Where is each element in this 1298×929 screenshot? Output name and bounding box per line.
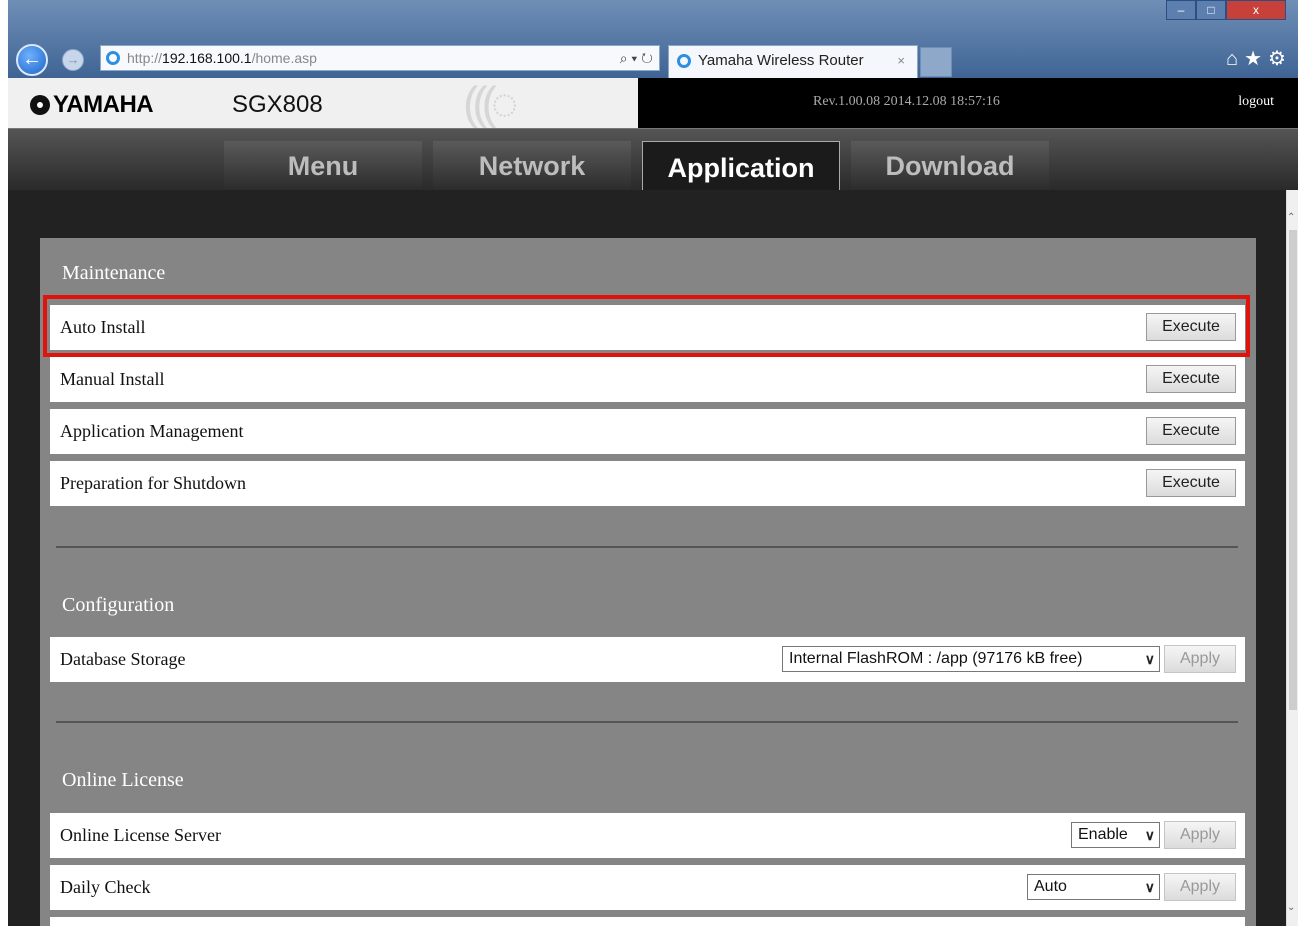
row-label: Daily Check	[60, 877, 151, 897]
database-storage-apply-button[interactable]: Apply	[1164, 645, 1236, 673]
window-controls: – □ x	[1166, 0, 1292, 22]
chevron-down-icon: ∨	[1144, 827, 1155, 843]
row-label: Online License Server	[60, 825, 221, 845]
tuning-fork-logo-icon	[30, 95, 50, 115]
configuration-title: Configuration	[62, 594, 175, 616]
scroll-thumb[interactable]	[1289, 230, 1297, 710]
forward-button[interactable]: →	[62, 49, 84, 71]
row-partial	[50, 917, 1245, 929]
wireless-waves-icon: (((◌	[463, 77, 518, 129]
application-management-execute-button[interactable]: Execute	[1146, 417, 1236, 445]
toolbar-icons[interactable]: ⌂★⚙	[1226, 46, 1292, 71]
section-divider	[56, 546, 1238, 548]
close-window-button[interactable]: x	[1226, 0, 1286, 20]
address-url: http://192.168.100.1/home.asp	[127, 50, 317, 66]
row-label: Application Management	[60, 421, 244, 441]
section-divider	[56, 721, 1238, 723]
header-right: Rev.1.00.08 2014.12.08 18:57:16 logout	[638, 78, 1298, 128]
header-left: YAMAHA SGX808 (((◌	[8, 78, 638, 128]
tab-menu[interactable]: Menu	[224, 141, 422, 191]
browser-chrome: – □ x ← → http://192.168.100.1/home.asp …	[8, 0, 1298, 78]
highlight-box	[43, 295, 1250, 357]
main-tabbar: Menu Network Application Download	[8, 128, 1298, 193]
maintenance-title: Maintenance	[62, 262, 166, 284]
new-tab-button[interactable]	[920, 47, 952, 77]
browser-tab[interactable]: Yamaha Wireless Router ×	[668, 45, 918, 78]
model-name: SGX808	[232, 91, 323, 118]
row-label: Manual Install	[60, 369, 165, 389]
router-header: YAMAHA SGX808 (((◌ Rev.1.00.08 2014.12.0…	[8, 78, 1298, 128]
tab-application[interactable]: Application	[642, 141, 840, 193]
close-tab-icon[interactable]: ×	[897, 46, 905, 75]
daily-check-apply-button[interactable]: Apply	[1164, 873, 1236, 901]
ie-icon	[106, 51, 120, 65]
scroll-down-icon[interactable]: ⌄	[1287, 902, 1295, 913]
row-daily-check: Daily Check Auto ∨ Apply	[50, 865, 1245, 910]
row-application-management: Application Management Execute	[50, 409, 1245, 454]
daily-check-select[interactable]: Auto ∨	[1027, 874, 1160, 900]
row-preparation-for-shutdown: Preparation for Shutdown Execute	[50, 461, 1245, 506]
row-manual-install: Manual Install Execute	[50, 357, 1245, 402]
online-license-title: Online License	[62, 769, 184, 791]
chevron-down-icon: ∨	[1144, 651, 1155, 667]
minimize-button[interactable]: –	[1166, 0, 1196, 20]
tab-network[interactable]: Network	[433, 141, 631, 191]
chevron-down-icon: ∨	[1144, 879, 1155, 895]
online-license-server-select[interactable]: Enable ∨	[1071, 822, 1160, 848]
database-storage-select[interactable]: Internal FlashROM : /app (97176 kB free)…	[782, 646, 1160, 672]
row-label: Preparation for Shutdown	[60, 473, 246, 493]
search-refresh-controls[interactable]: ⌕ ▾ ↻	[620, 46, 653, 70]
address-bar[interactable]: http://192.168.100.1/home.asp ⌕ ▾ ↻	[100, 45, 660, 71]
logout-link[interactable]: logout	[1238, 94, 1274, 110]
tab-title: Yamaha Wireless Router	[698, 52, 864, 69]
back-arrow-icon: ←	[22, 48, 42, 70]
scroll-up-icon[interactable]: ⌃	[1287, 212, 1295, 223]
shutdown-execute-button[interactable]: Execute	[1146, 469, 1236, 497]
ie-icon	[677, 54, 691, 68]
back-button[interactable]: ←	[16, 44, 48, 76]
yamaha-logo: YAMAHA	[30, 91, 154, 119]
vertical-scrollbar[interactable]: ⌃ ⌄	[1286, 190, 1298, 926]
row-label: Database Storage	[60, 649, 186, 669]
row-database-storage: Database Storage Internal FlashROM : /ap…	[50, 637, 1245, 682]
maximize-button[interactable]: □	[1196, 0, 1226, 20]
online-license-server-apply-button[interactable]: Apply	[1164, 821, 1236, 849]
firmware-revision: Rev.1.00.08 2014.12.08 18:57:16	[813, 94, 1000, 109]
forward-arrow-icon: →	[66, 52, 80, 67]
row-online-license-server: Online License Server Enable ∨ Apply	[50, 813, 1245, 858]
manual-install-execute-button[interactable]: Execute	[1146, 365, 1236, 393]
tab-download[interactable]: Download	[851, 141, 1049, 191]
